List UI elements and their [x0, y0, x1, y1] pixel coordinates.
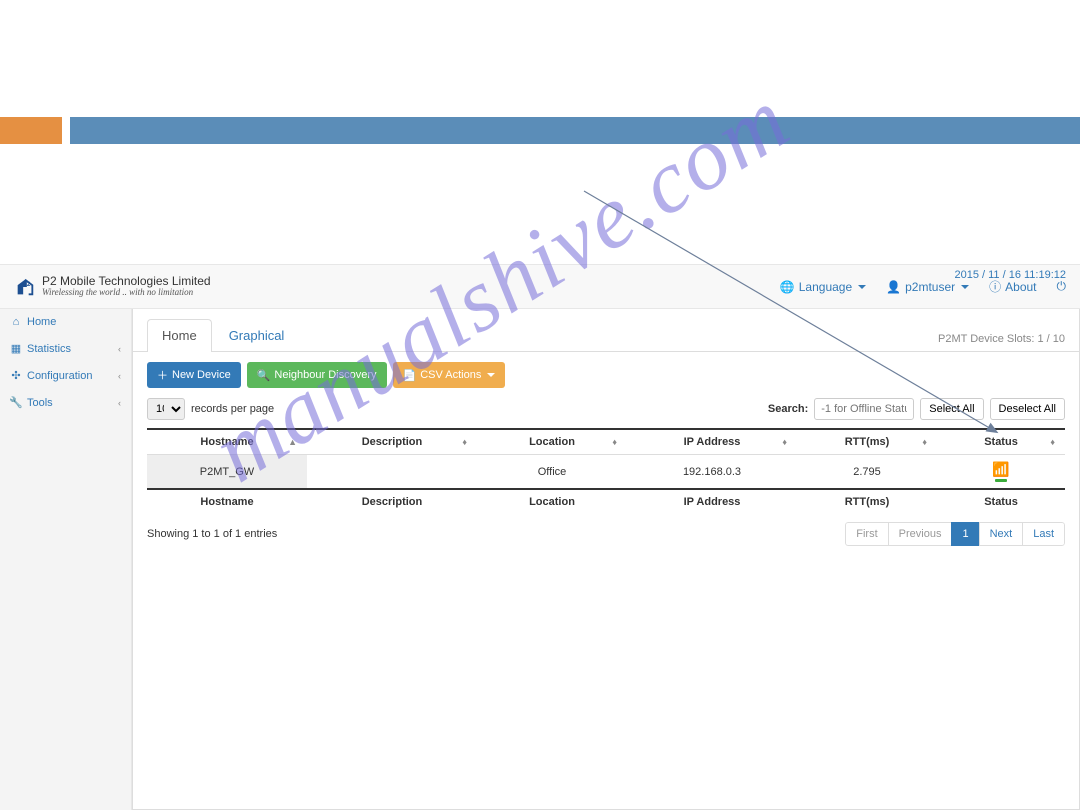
- sidebar-item-label: Tools: [27, 397, 53, 409]
- cell-description: [307, 455, 477, 490]
- select-all-button[interactable]: Select All: [920, 398, 983, 420]
- wrench-icon: 🔧: [10, 396, 22, 409]
- svg-text:2: 2: [27, 281, 31, 288]
- page-prev-button[interactable]: Previous: [888, 522, 953, 546]
- cell-hostname: P2MT_GW: [147, 455, 307, 490]
- button-label: New Device: [172, 369, 231, 381]
- globe-icon: 🌐: [780, 280, 795, 294]
- search-label: Search:: [768, 403, 808, 415]
- power-icon: ⏻: [1057, 279, 1067, 294]
- page-last-button[interactable]: Last: [1022, 522, 1065, 546]
- fcol-rtt: RTT(ms): [797, 489, 937, 514]
- device-table: Hostname▲ Description♦ Location♦ IP Addr…: [147, 428, 1065, 514]
- csv-actions-button[interactable]: 📄 CSV Actions: [393, 362, 506, 388]
- sort-icon: ♦: [1050, 439, 1055, 445]
- user-menu[interactable]: 👤 p2mtuser: [886, 280, 969, 294]
- records-per-page-select[interactable]: 10: [147, 398, 185, 420]
- brand-subtitle: Wirelessing the world .. with no limitat…: [42, 288, 211, 298]
- grid-icon: ▦: [10, 342, 22, 355]
- caret-down-icon: [858, 285, 866, 289]
- col-description[interactable]: Description♦: [307, 429, 477, 455]
- cell-rtt: 2.795: [797, 455, 937, 490]
- sidebar-item-tools[interactable]: 🔧 Tools ‹: [0, 389, 131, 416]
- brand: 2 P2 Mobile Technologies Limited Wireles…: [14, 275, 211, 299]
- sort-icon: ♦: [922, 439, 927, 445]
- page-next-button[interactable]: Next: [979, 522, 1024, 546]
- language-menu[interactable]: 🌐 Language: [780, 280, 866, 294]
- fcol-hostname: Hostname: [147, 489, 307, 514]
- records-label: records per page: [191, 403, 274, 415]
- device-slots-info: P2MT Device Slots: 1 / 10: [938, 333, 1065, 351]
- fcol-description: Description: [307, 489, 477, 514]
- wifi-online-icon: 📶: [945, 461, 1057, 482]
- cell-status: 📶: [937, 455, 1065, 490]
- search-icon: 🔍: [257, 369, 271, 382]
- showing-entries-label: Showing 1 to 1 of 1 entries: [147, 528, 277, 540]
- sidebar-item-home[interactable]: ⌂ Home: [0, 309, 131, 335]
- accent-blue: [70, 117, 1080, 144]
- col-location[interactable]: Location♦: [477, 429, 627, 455]
- neighbour-discovery-button[interactable]: 🔍 Neighbour Discovery: [247, 362, 387, 388]
- button-label: CSV Actions: [420, 369, 481, 381]
- top-accent-bar: [0, 117, 1080, 144]
- tab-label: Home: [162, 328, 197, 343]
- sidebar-item-label: Home: [27, 316, 56, 328]
- page-number-button[interactable]: 1: [951, 522, 979, 546]
- sidebar-item-statistics[interactable]: ▦ Statistics ‹: [0, 335, 131, 362]
- brand-logo-icon: 2: [14, 275, 36, 299]
- share-icon: ✣: [10, 369, 22, 382]
- search-input[interactable]: [814, 398, 914, 420]
- tab-bar: Home Graphical P2MT Device Slots: 1 / 10: [133, 309, 1079, 352]
- sidebar-item-label: Statistics: [27, 343, 71, 355]
- col-rtt[interactable]: RTT(ms)♦: [797, 429, 937, 455]
- caret-down-icon: [487, 373, 495, 377]
- user-label: p2mtuser: [905, 280, 955, 294]
- sidebar: ⌂ Home ▦ Statistics ‹ ✣ Configuration ‹ …: [0, 309, 132, 810]
- col-status[interactable]: Status♦: [937, 429, 1065, 455]
- cell-ip: 192.168.0.3: [627, 455, 797, 490]
- page-first-button[interactable]: First: [845, 522, 888, 546]
- sidebar-item-configuration[interactable]: ✣ Configuration ‹: [0, 362, 131, 389]
- power-button[interactable]: ⏻: [1057, 279, 1067, 294]
- chevron-left-icon: ‹: [118, 398, 121, 408]
- caret-down-icon: [961, 285, 969, 289]
- chevron-left-icon: ‹: [118, 344, 121, 354]
- button-label: Neighbour Discovery: [274, 369, 376, 381]
- table-row[interactable]: P2MT_GW Office 192.168.0.3 2.795 📶: [147, 455, 1065, 490]
- sort-icon: ♦: [612, 439, 617, 445]
- col-ip[interactable]: IP Address♦: [627, 429, 797, 455]
- tab-home[interactable]: Home: [147, 319, 212, 351]
- accent-orange: [0, 117, 62, 144]
- about-label: About: [1005, 280, 1036, 294]
- sort-icon: ♦: [462, 439, 467, 445]
- table-footer-row: Hostname Description Location IP Address…: [147, 489, 1065, 514]
- sort-icon: ♦: [782, 439, 787, 445]
- tab-graphical[interactable]: Graphical: [214, 319, 300, 351]
- deselect-all-button[interactable]: Deselect All: [990, 398, 1065, 420]
- fcol-location: Location: [477, 489, 627, 514]
- home-icon: ⌂: [10, 316, 22, 328]
- fcol-ip: IP Address: [627, 489, 797, 514]
- sidebar-item-label: Configuration: [27, 370, 92, 382]
- file-icon: 📄: [403, 369, 417, 382]
- datetime-label: 2015 / 11 / 16 11:19:12: [954, 269, 1066, 281]
- cell-location: Office: [477, 455, 627, 490]
- pagination: First Previous 1 Next Last: [845, 522, 1065, 546]
- language-label: Language: [799, 280, 852, 294]
- new-device-button[interactable]: ＋ New Device: [147, 362, 241, 388]
- fcol-status: Status: [937, 489, 1065, 514]
- chevron-left-icon: ‹: [118, 371, 121, 381]
- app-header: 2 P2 Mobile Technologies Limited Wireles…: [0, 265, 1080, 309]
- tab-label: Graphical: [229, 328, 285, 343]
- sort-asc-icon: ▲: [288, 439, 297, 445]
- plus-icon: ＋: [157, 367, 168, 383]
- col-hostname[interactable]: Hostname▲: [147, 429, 307, 455]
- user-icon: 👤: [886, 280, 901, 294]
- table-header-row: Hostname▲ Description♦ Location♦ IP Addr…: [147, 429, 1065, 455]
